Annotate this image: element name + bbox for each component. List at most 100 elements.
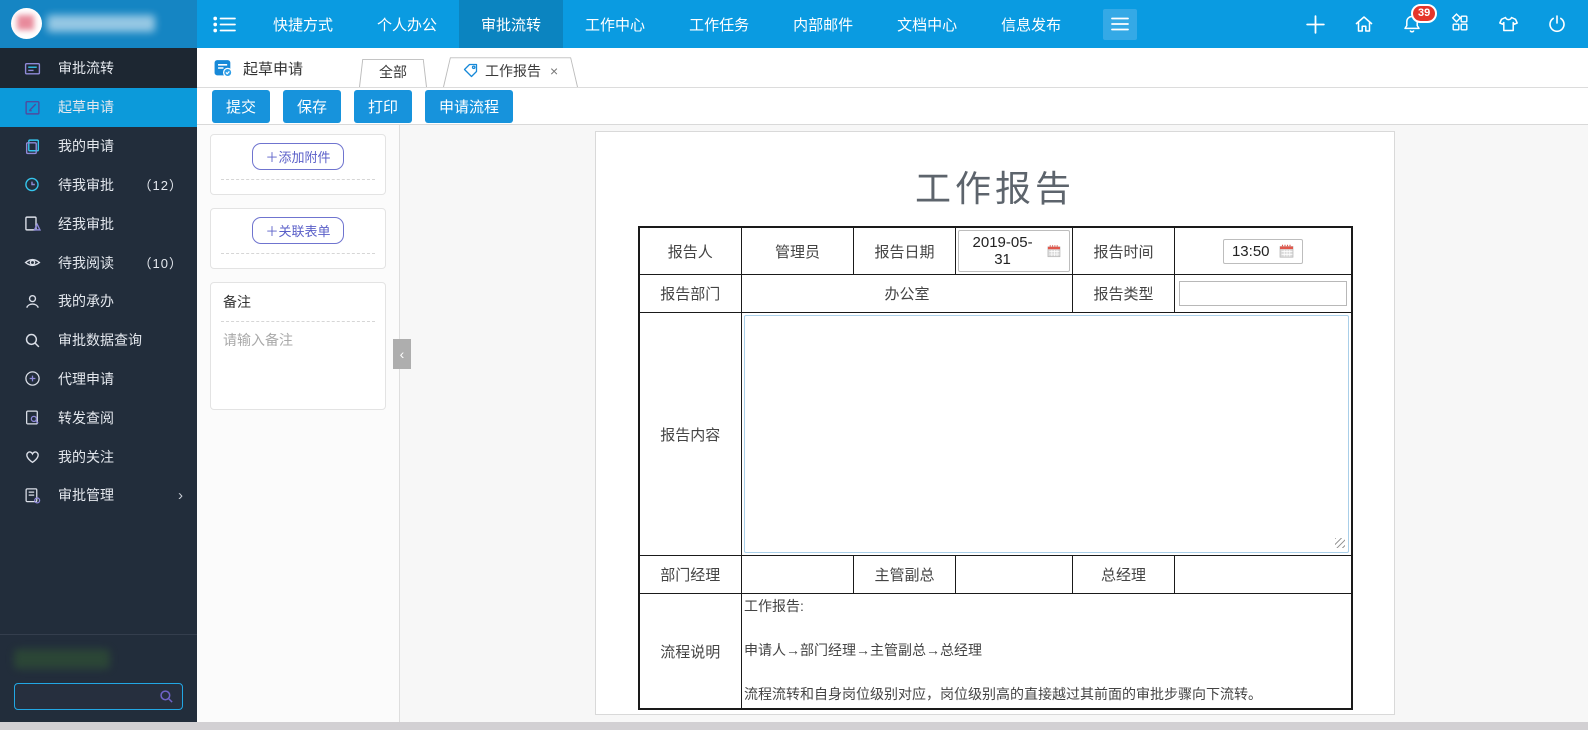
apply-flow-button[interactable]: 申请流程 [425, 89, 514, 123]
sidebar-item-label: 审批管理 [58, 487, 114, 504]
sidebar-search-input[interactable] [14, 683, 183, 710]
tab-label: 工作报告 [485, 62, 542, 79]
nav-items: 快捷方式 个人办公 审批流转 工作中心 工作任务 内部邮件 文档中心 信息发布 [251, 0, 1083, 48]
content-area: 起草申请 全部 工作报告 × 提交 保存 打印 申请流程 ＋添加附件 ＋关联表单… [197, 48, 1588, 722]
report-date-label: 报告日期 [853, 226, 956, 275]
approval-management-icon [25, 488, 41, 504]
link-form-button[interactable]: ＋关联表单 [252, 217, 344, 244]
power-logout-icon[interactable] [1546, 13, 1568, 35]
sidebar-item-label: 代理申请 [58, 370, 114, 387]
divider [221, 179, 375, 180]
report-date-picker[interactable]: 2019-05-31 [958, 230, 1070, 272]
report-table: 报告人 管理员 报告日期 2019-05-31 报告时间 13:50 报告部门 … [637, 226, 1353, 710]
print-button[interactable]: 打印 [354, 89, 413, 123]
report-type-input[interactable] [1178, 281, 1347, 306]
panel-collapse-handle[interactable]: ‹ [393, 339, 411, 369]
search-icon[interactable] [159, 689, 174, 704]
report-time-value: 13:50 [1231, 242, 1270, 260]
dept-manager-label: 部门经理 [638, 555, 742, 594]
app-window: 快捷方式 个人办公 审批流转 工作中心 工作任务 内部邮件 文档中心 信息发布 [0, 0, 1588, 730]
approved-by-me-icon [25, 216, 41, 231]
process-line: 申请人→部门经理→主管副总→总经理 [744, 642, 982, 658]
report-form-paper: 工作报告 报告人 管理员 报告日期 2019-05-31 报告时间 13:50 … [595, 131, 1395, 715]
app-logo [11, 8, 42, 39]
data-query-search-icon [25, 333, 40, 348]
theme-shirt-icon[interactable] [1497, 13, 1520, 35]
resize-grip-icon[interactable] [1334, 538, 1345, 548]
toolbar: 提交 保存 打印 申请流程 [197, 88, 1588, 125]
submit-button[interactable]: 提交 [212, 89, 271, 123]
sidebar-item-pending-my-approval[interactable]: 待我审批 （12） [0, 166, 197, 205]
process-desc-label: 流程说明 [638, 593, 742, 710]
tab-close-icon[interactable]: × [548, 63, 558, 79]
remark-input[interactable] [223, 330, 373, 364]
save-button[interactable]: 保存 [283, 89, 342, 123]
sidebar-item-my-applications[interactable]: 我的申请 [0, 127, 197, 166]
sidebar-item-label: 待我阅读 [58, 254, 114, 271]
my-undertaking-person-icon [26, 294, 39, 308]
report-time-label: 报告时间 [1072, 226, 1175, 275]
report-content-textarea[interactable] [744, 315, 1349, 553]
sidebar-item-count: （10） [138, 256, 183, 272]
nav-item-work-tasks[interactable]: 工作任务 [667, 0, 771, 48]
reporter-value: 管理员 [741, 226, 854, 275]
sidebar-item-approval-flow[interactable]: 审批流转 [0, 48, 197, 88]
tag-icon [463, 63, 478, 78]
forward-read-icon [26, 410, 39, 425]
notifications-bell-icon[interactable]: 39 [1401, 4, 1438, 35]
approval-flow-icon [24, 62, 41, 75]
collapse-menu-icon[interactable] [197, 14, 251, 35]
module-title: 起草申请 [243, 61, 304, 78]
sidebar: 审批流转 起草申请 我的申请 待我审批 （12） 经我审批 待我阅读 （10） … [0, 48, 197, 722]
report-dept-value: 办公室 [741, 274, 1073, 313]
top-navigation: 快捷方式 个人办公 审批流转 工作中心 工作任务 内部邮件 文档中心 信息发布 [197, 0, 1588, 48]
sidebar-bottom [0, 634, 197, 722]
sidebar-item-label: 我的关注 [58, 448, 114, 465]
sidebar-item-label: 经我审批 [58, 215, 114, 232]
report-time-picker[interactable]: 13:50 [1222, 238, 1303, 264]
tab-all[interactable]: 全部 [359, 56, 427, 87]
sidebar-item-draft-application[interactable]: 起草申请 [0, 88, 197, 127]
sidebar-item-approval-data-query[interactable]: 审批数据查询 [0, 321, 197, 360]
watermark-blurred-text [14, 649, 110, 669]
logo-blurred-image [17, 15, 34, 30]
notification-badge: 39 [1411, 4, 1438, 23]
process-line: 工作报告: [744, 598, 804, 614]
tab-label: 全部 [379, 63, 408, 80]
form-title: 工作报告 [914, 168, 1075, 209]
nav-item-work-center[interactable]: 工作中心 [563, 0, 667, 48]
sidebar-item-approved-by-me[interactable]: 经我审批 [0, 204, 197, 243]
divider [221, 253, 375, 254]
nav-item-info-publish[interactable]: 信息发布 [979, 0, 1083, 48]
nav-item-internal-mail[interactable]: 内部邮件 [771, 0, 875, 48]
module-document-icon [214, 60, 233, 78]
sidebar-item-my-follow[interactable]: 我的关注 [0, 437, 197, 476]
nav-item-personal-office[interactable]: 个人办公 [355, 0, 459, 48]
sidebar-item-forward-read[interactable]: 转发查阅 [0, 398, 197, 437]
report-content-label: 报告内容 [638, 312, 742, 556]
draft-application-icon [25, 100, 40, 115]
sidebar-item-proxy-application[interactable]: 代理申请 [0, 360, 197, 399]
horizontal-scrollbar[interactable] [0, 722, 1588, 730]
tab-work-report[interactable]: 工作报告 × [443, 54, 578, 87]
more-menus-icon[interactable] [1103, 8, 1138, 40]
sidebar-item-approval-management[interactable]: 审批管理 › [0, 476, 197, 515]
nav-item-document-center[interactable]: 文档中心 [875, 0, 979, 48]
nav-item-approval-flow[interactable]: 审批流转 [459, 0, 564, 48]
divider [221, 321, 375, 322]
topbar: 快捷方式 个人办公 审批流转 工作中心 工作任务 内部邮件 文档中心 信息发布 [0, 0, 1588, 48]
sidebar-search [14, 683, 183, 710]
sidebar-item-count: （12） [138, 178, 183, 194]
sidebar-item-pending-my-read[interactable]: 待我阅读 （10） [0, 243, 197, 282]
report-dept-label: 报告部门 [638, 274, 742, 313]
add-attachment-button[interactable]: ＋添加附件 [252, 143, 344, 170]
nav-item-shortcuts[interactable]: 快捷方式 [251, 0, 355, 48]
gm-label: 总经理 [1072, 555, 1175, 594]
pending-read-eye-icon [24, 259, 41, 267]
sidebar-item-label: 审批数据查询 [58, 332, 142, 349]
home-icon[interactable] [1353, 13, 1375, 35]
sidebar-item-my-undertaking[interactable]: 我的承办 [0, 282, 197, 321]
table-row: 报告内容 [638, 312, 1352, 556]
add-icon[interactable] [1304, 13, 1327, 36]
apps-grid-icon[interactable] [1449, 13, 1471, 35]
